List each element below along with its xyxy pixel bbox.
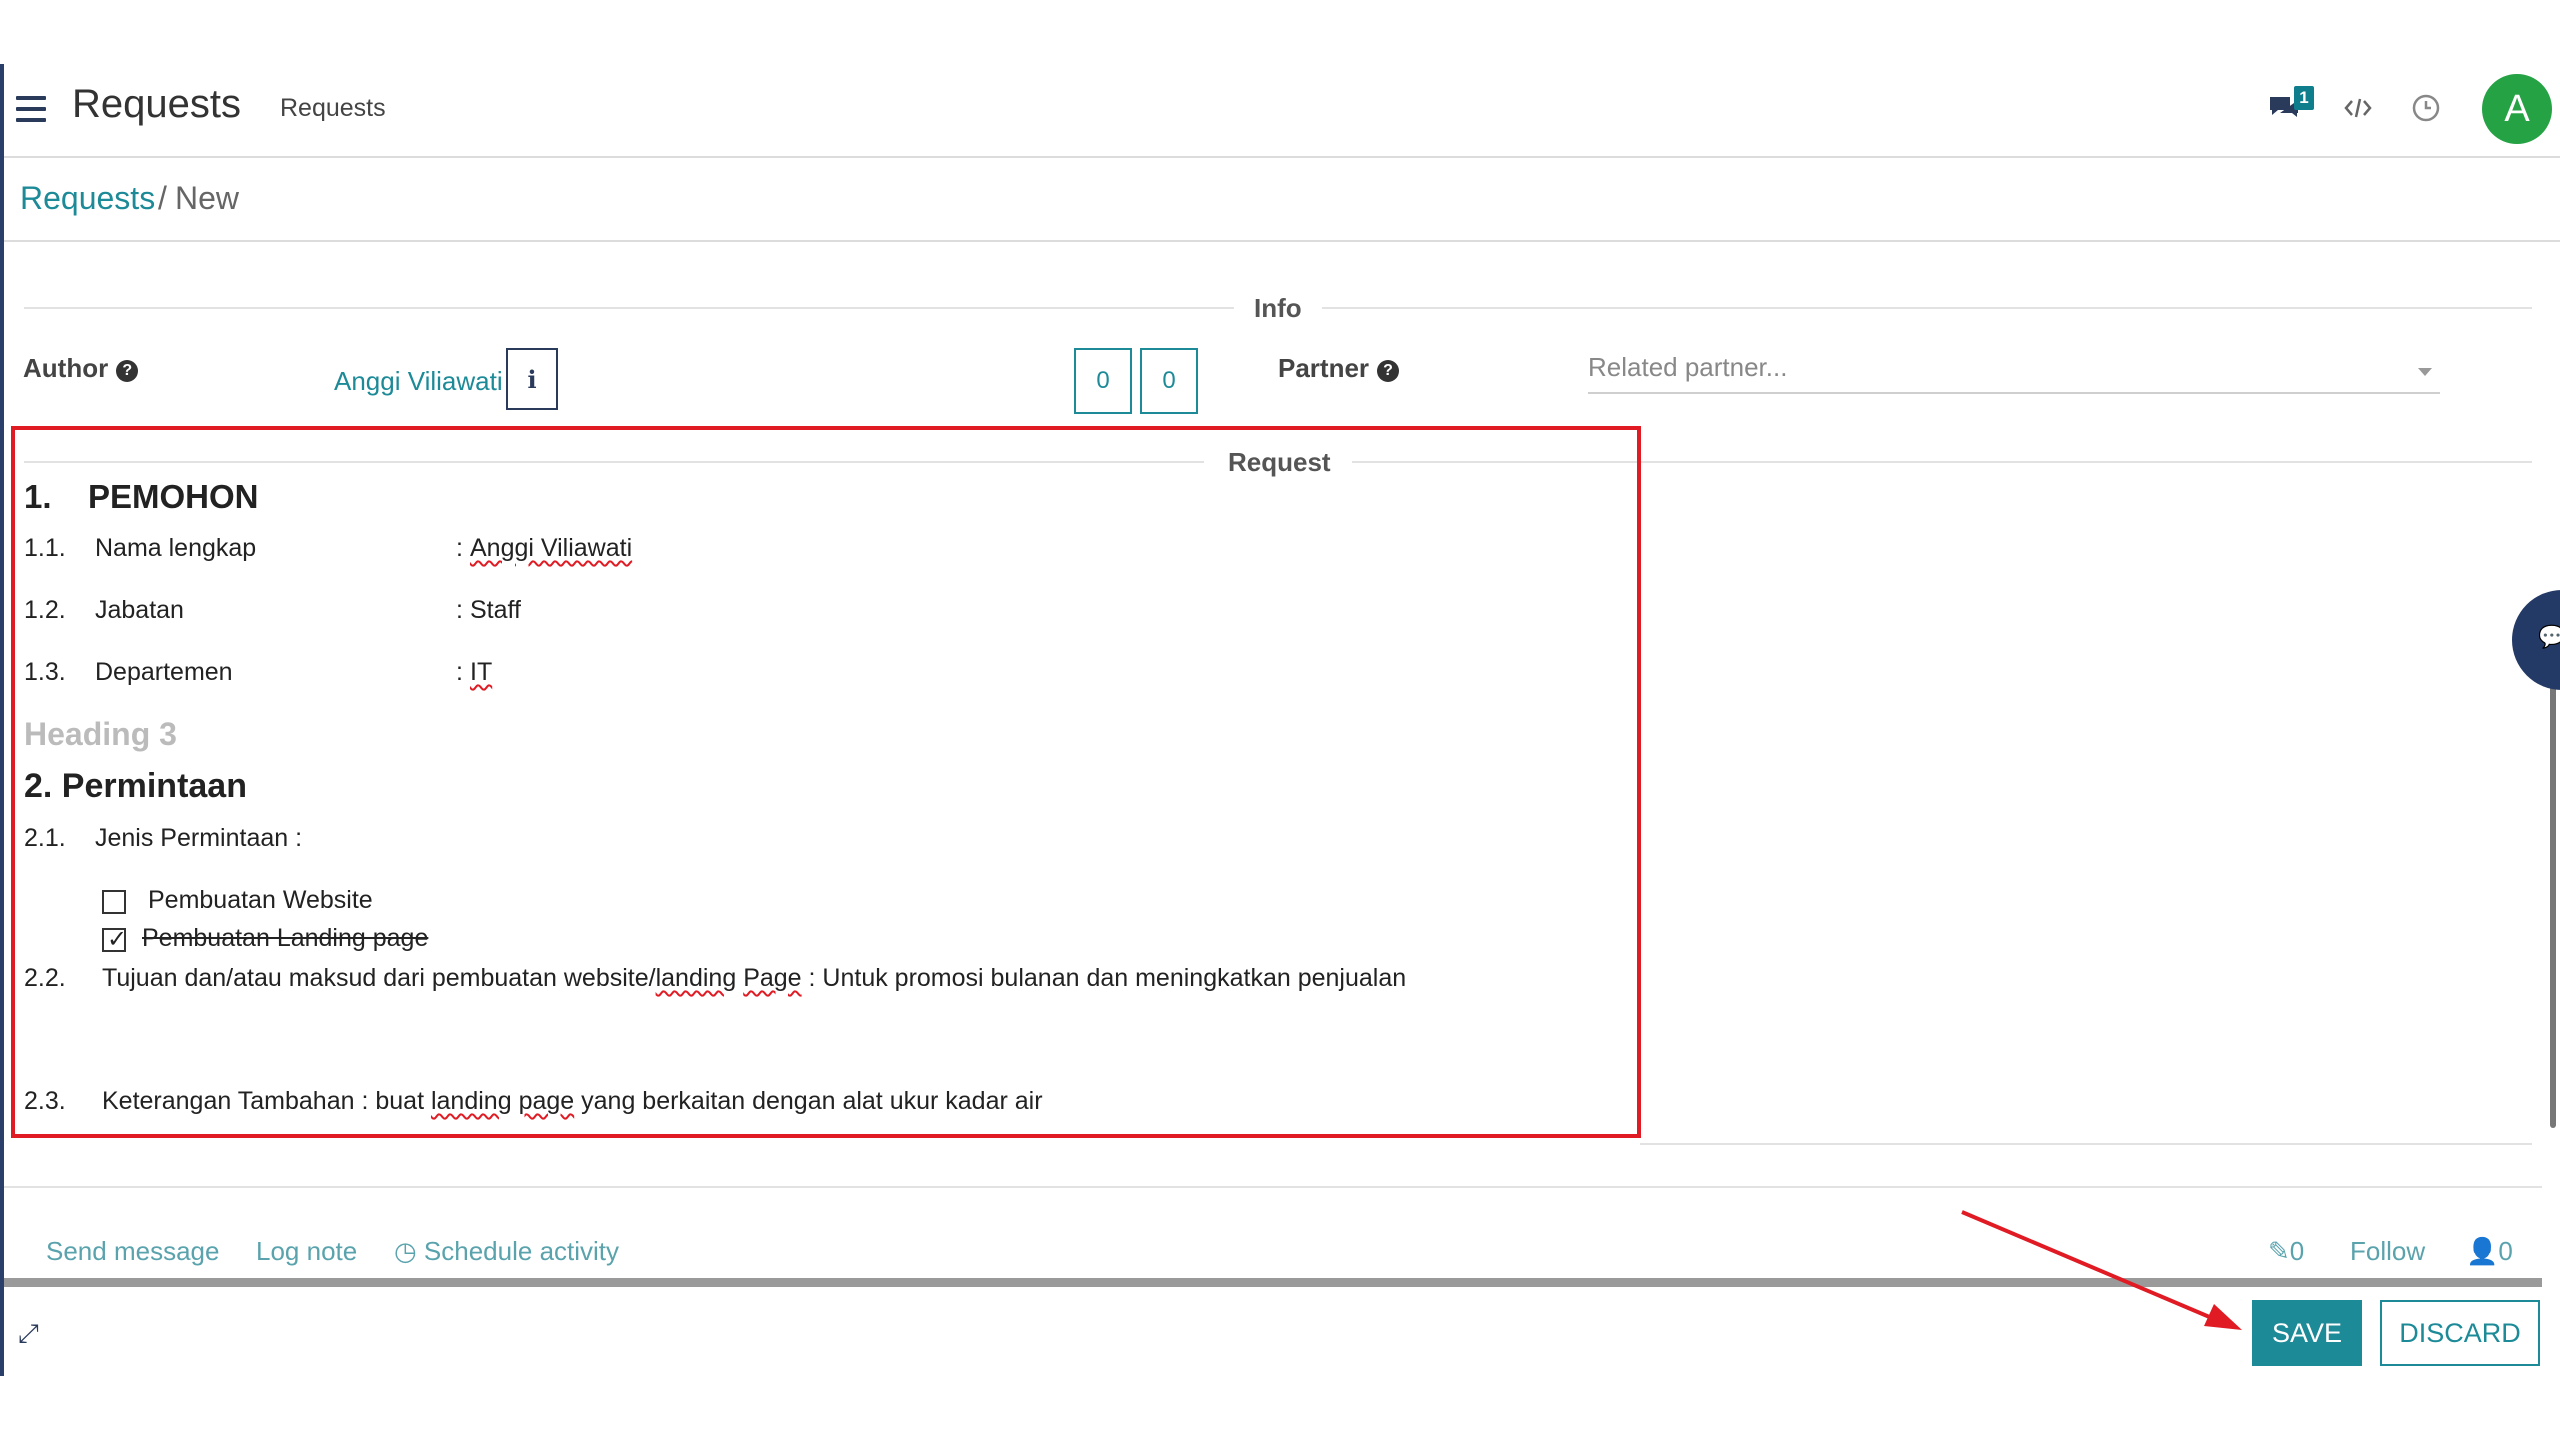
left-edge-rule [0, 64, 4, 1376]
partner-dropdown-caret-icon[interactable] [2418, 368, 2432, 376]
row-1-3-value[interactable]: IT [470, 658, 492, 687]
expand-icon[interactable]: ⤢ [18, 1318, 39, 1350]
info-separator-line-right [1322, 307, 2532, 309]
stat-button-b[interactable]: 0 [1140, 348, 1198, 414]
row-1-3-label[interactable]: Departemen [95, 658, 233, 687]
top-control-panel [4, 64, 2560, 158]
row-2-3-number[interactable]: 2.3. [24, 1087, 66, 1116]
followers-button[interactable]: 👤0 [2466, 1236, 2513, 1267]
clock-small-icon: ◷ [394, 1236, 424, 1266]
row-1-2-colon[interactable]: : [456, 596, 463, 625]
breadcrumb-requests-link[interactable]: Requests [20, 180, 155, 217]
checklist-item-1-label[interactable]: Pembuatan Website [148, 886, 373, 915]
chat-bubble-icon: 💬 [2538, 624, 2560, 649]
info-section-title: Info [1254, 293, 1302, 323]
save-button[interactable]: SAVE [2252, 1300, 2362, 1366]
stat-button-a[interactable]: 0 [1074, 348, 1132, 414]
row-2-3-text[interactable]: Keterangan Tambahan : buat landing page … [102, 1087, 1043, 1116]
chatter-top-line [4, 1186, 2542, 1188]
row-1-1-colon[interactable]: : [456, 534, 463, 563]
annotation-arrow [1961, 1210, 2242, 1330]
partner-input[interactable]: Related partner... [1588, 352, 2440, 394]
send-message-button[interactable]: Send message [46, 1236, 219, 1267]
highlight-annotation-box [11, 426, 1641, 1138]
row-2-2-text[interactable]: Tujuan dan/atau maksud dari pembuatan we… [102, 964, 1406, 993]
attachments-button[interactable]: ✎0 [2268, 1236, 2304, 1267]
row-1-1-number[interactable]: 1.1. [24, 534, 66, 563]
author-value[interactable]: Anggi Viliawati [334, 366, 503, 397]
scrollbar[interactable] [2550, 640, 2556, 1128]
info-separator-line-left [24, 307, 1234, 309]
row-2-1-text[interactable]: Jenis Permintaan : [95, 824, 302, 853]
breadcrumb [4, 158, 2560, 242]
heading-3-placeholder[interactable]: Heading 3 [24, 716, 177, 753]
user-avatar[interactable]: A [2482, 74, 2552, 144]
request-h1-text[interactable]: PEMOHON [88, 478, 259, 516]
request-h1-number[interactable]: 1. [24, 478, 52, 516]
schedule-activity-button[interactable]: ◷ Schedule activity [394, 1236, 619, 1267]
row-1-2-label[interactable]: Jabatan [95, 596, 184, 625]
author-label: Author? [23, 353, 139, 384]
breadcrumb-current: New [175, 180, 240, 216]
checklist-item-2-label[interactable]: Pembuatan Landing page [142, 924, 428, 953]
breadcrumb-separator: / [158, 180, 167, 216]
checkmark-icon: ✓ [107, 926, 128, 953]
partner-help-icon[interactable]: ? [1377, 360, 1400, 382]
log-note-button[interactable]: Log note [256, 1236, 357, 1267]
row-1-3-number[interactable]: 1.3. [24, 658, 66, 687]
chat-badge: 1 [2294, 86, 2314, 110]
clock-icon[interactable] [2406, 88, 2446, 128]
app-menu-requests[interactable]: Requests [280, 94, 386, 123]
follow-button[interactable]: Follow [2350, 1236, 2425, 1267]
partner-label: Partner? [1278, 353, 1400, 384]
row-2-2-number[interactable]: 2.2. [24, 964, 66, 993]
app-title: Requests [72, 82, 241, 126]
row-1-1-value[interactable]: Anggi Viliawati [470, 534, 632, 563]
author-help-icon[interactable]: ? [116, 360, 139, 382]
checkbox-pembuatan-landing-page[interactable]: ✓ [102, 926, 128, 953]
menu-icon[interactable] [16, 96, 46, 122]
request-h2[interactable]: 2. Permintaan [24, 767, 247, 806]
form-bottom-line [1640, 1143, 2532, 1145]
checkbox-pembuatan-website[interactable] [102, 890, 126, 914]
author-info-button[interactable]: i [506, 348, 558, 410]
paperclip-icon: ✎ [2268, 1236, 2290, 1266]
code-icon[interactable] [2338, 88, 2378, 128]
discard-button[interactable]: DISCARD [2380, 1300, 2540, 1366]
row-1-2-value[interactable]: Staff [470, 596, 521, 625]
row-2-1-number[interactable]: 2.1. [24, 824, 66, 853]
row-1-2-number[interactable]: 1.2. [24, 596, 66, 625]
row-1-3-colon[interactable]: : [456, 658, 463, 687]
row-1-1-label[interactable]: Nama lengkap [95, 534, 256, 563]
person-icon: 👤 [2466, 1236, 2499, 1266]
